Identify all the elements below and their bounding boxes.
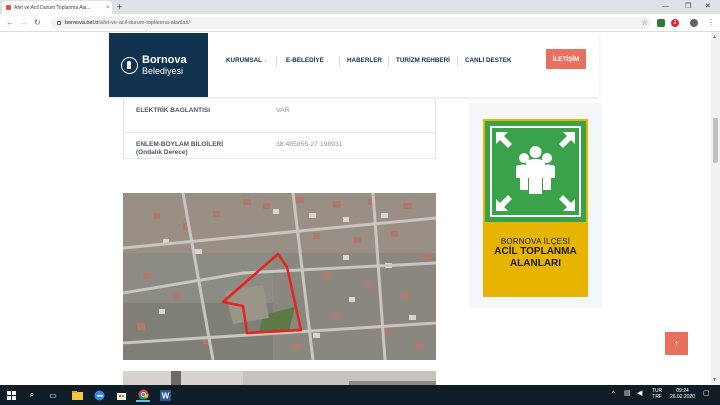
back-icon[interactable]: ← — [6, 17, 14, 29]
scroll-down-icon[interactable]: ▼ — [712, 377, 717, 383]
nav-item-kurumsal[interactable]: KURUMSAL ↓ — [226, 57, 267, 64]
close-window-icon[interactable]: ✕ — [705, 1, 711, 12]
windows-start-icon[interactable] — [4, 388, 18, 402]
page-viewport: Bornova Belediyesi KURUMSAL ↓ E-BELEDİYE… — [0, 33, 711, 385]
back-to-top-button[interactable]: ↑ — [665, 332, 688, 355]
task-view-icon[interactable]: ▭ — [46, 388, 60, 402]
search-icon[interactable]: ⌕ — [25, 388, 39, 402]
windows-taskbar: ⌕ ▭ W ^ ▤ ◀ TUR TRF 09:24 26.02.2020 ▢ — [0, 385, 720, 405]
scroll-up-icon[interactable]: ▲ — [712, 34, 717, 40]
file-explorer-icon[interactable] — [70, 388, 84, 402]
extension-badge-icon[interactable]: 2 — [671, 19, 679, 27]
favicon-icon — [6, 5, 11, 10]
browser-tab[interactable]: Afet ve Acil Durum Toplanma Ala... × — [2, 1, 112, 14]
assembly-area-icon — [496, 132, 575, 211]
contact-button[interactable]: İLETİŞİM — [546, 49, 586, 69]
nav-divider — [457, 56, 458, 66]
nav-divider — [276, 56, 277, 66]
scrollbar-thumb[interactable] — [713, 118, 718, 163]
nav-divider — [388, 56, 389, 66]
nav-divider — [339, 56, 340, 66]
info-label: ELEKTRİK BAGLANTISI — [136, 107, 211, 114]
notification-icon[interactable]: ▢ — [703, 390, 710, 398]
poster-line-1: BORNOVA İLÇESİ — [500, 237, 571, 246]
tray-chevron-icon[interactable]: ^ — [612, 391, 615, 398]
poster-sign-frame — [490, 126, 581, 217]
volume-icon[interactable]: ◀ — [637, 390, 642, 398]
url-path: /afet-ve-acil-durum-toplanma-alanlari/ — [98, 20, 191, 26]
second-photo-image — [123, 371, 436, 385]
info-value: VAR — [276, 107, 290, 114]
nav-item-e-belediye[interactable]: E-BELEDİYE ↓ — [286, 57, 329, 64]
chevron-down-icon: ↓ — [325, 57, 329, 64]
bookmark-star-icon[interactable]: ☆ — [641, 17, 648, 29]
poster-caption: BORNOVA İLÇESİ ACİL TOPLANMA ALANLARI — [483, 237, 588, 269]
address-bar[interactable]: bornova.bel.tr/afet-ve-acil-durum-toplan… — [51, 17, 651, 29]
browser-tab-strip: Afet ve Acil Durum Toplanma Ala... × + —… — [0, 0, 720, 14]
logo-title: Bornova — [142, 53, 187, 66]
network-icon[interactable]: ▤ — [624, 390, 631, 398]
site-header: Bornova Belediyesi KURUMSAL ↓ E-BELEDİYE… — [109, 33, 599, 97]
info-label: ENLEM-BOYLAM BİLGİLERİ (Ondalık Derece) — [136, 141, 224, 156]
nav-item-turizm-rehberi[interactable]: TURİZM REHBERİ — [396, 57, 450, 64]
forward-icon[interactable]: → — [20, 17, 28, 29]
nav-item-haberler[interactable]: HABERLER — [347, 57, 382, 64]
assembly-area-poster[interactable]: BORNOVA İLÇESİ ACİL TOPLANMA ALANLARI — [483, 119, 588, 297]
browser-toolbar: ← → ↻ bornova.bel.tr/afet-ve-acil-durum-… — [0, 14, 720, 32]
reload-icon[interactable]: ↻ — [34, 17, 41, 29]
chrome-icon[interactable] — [136, 388, 150, 402]
table-row: ENLEM-BOYLAM BİLGİLERİ (Ondalık Derece) … — [124, 133, 435, 159]
clock[interactable]: 09:24 26.02.2020 — [670, 388, 695, 400]
minimize-icon[interactable]: — — [662, 1, 669, 12]
poster-line-3: ALANLARI — [509, 257, 562, 269]
table-row: ELEKTRİK BAGLANTISI VAR — [124, 97, 435, 133]
extension-icon[interactable] — [657, 19, 665, 27]
page-scrollbar[interactable]: ▲ ▼ — [711, 33, 720, 385]
store-icon[interactable] — [114, 388, 128, 402]
profile-avatar-icon[interactable] — [690, 19, 698, 27]
svg-text:W: W — [161, 391, 169, 400]
maximize-icon[interactable]: ❐ — [685, 1, 691, 12]
chevron-down-icon: ↓ — [263, 57, 267, 64]
lock-icon — [57, 21, 61, 25]
poster-sign — [485, 121, 586, 222]
logo-emblem-icon — [121, 56, 138, 74]
logo-subtitle: Belediyesi — [142, 65, 184, 76]
nav-item-canli-destek[interactable]: CANLI DESTEK — [465, 57, 512, 64]
url-host: bornova.bel.tr — [65, 20, 99, 26]
edge-browser-icon[interactable] — [92, 388, 106, 402]
language-indicator[interactable]: TUR TRF — [652, 388, 662, 400]
tab-close-icon[interactable]: × — [106, 5, 110, 11]
info-value: 38.485855-27.198931 — [276, 141, 343, 148]
satellite-map-image — [123, 193, 436, 360]
poster-line-2: ACİL TOPLANMA — [494, 246, 577, 258]
browser-menu-icon[interactable]: ⋮ — [707, 17, 715, 29]
new-tab-button[interactable]: + — [117, 1, 122, 13]
site-logo[interactable]: Bornova Belediyesi — [109, 33, 208, 97]
tab-title: Afet ve Acil Durum Toplanma Ala... — [14, 4, 91, 11]
info-table: ELEKTRİK BAGLANTISI VAR ENLEM-BOYLAM BİL… — [123, 97, 436, 159]
word-icon[interactable]: W — [158, 388, 172, 402]
